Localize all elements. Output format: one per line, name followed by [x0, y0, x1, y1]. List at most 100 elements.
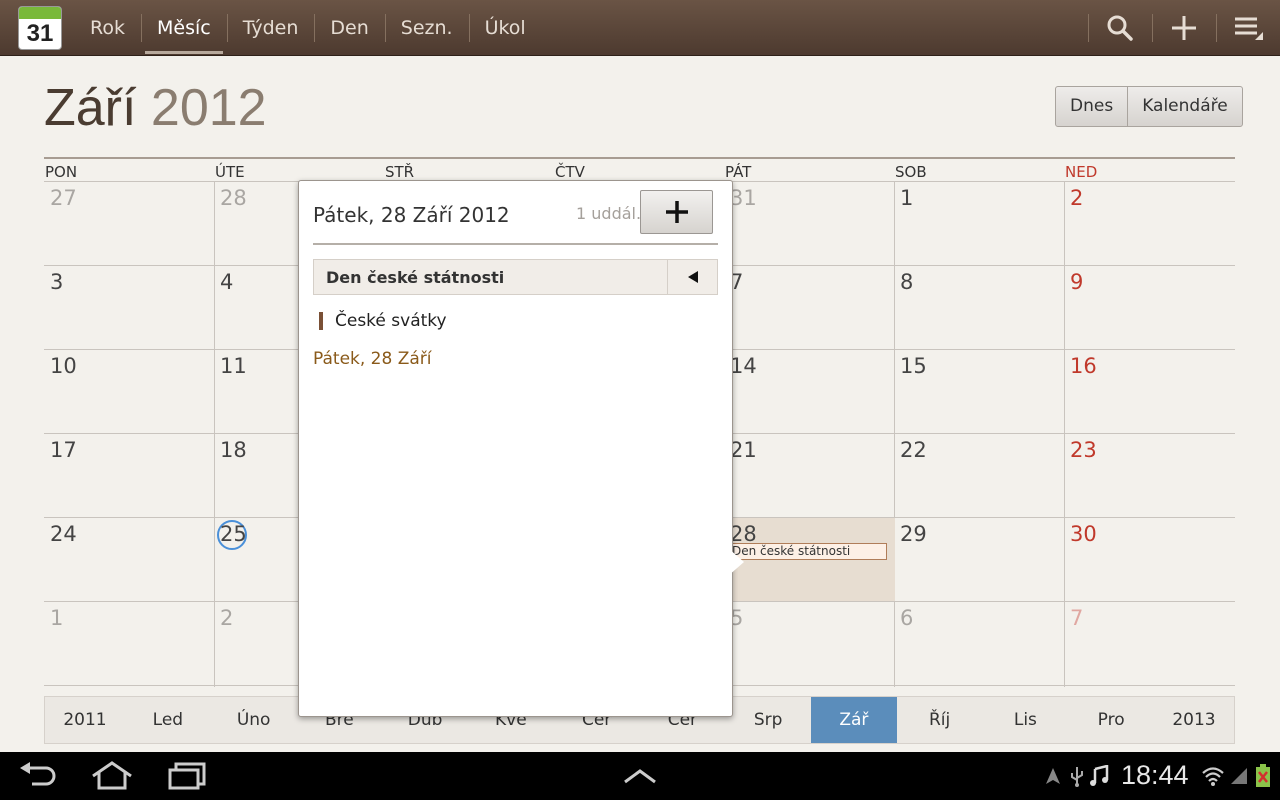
day-number: 24: [50, 522, 77, 546]
day-cell[interactable]: 30: [1065, 518, 1235, 602]
clock: 18:44: [1121, 760, 1189, 790]
overflow-menu-button[interactable]: [1216, 0, 1280, 56]
recent-apps-button[interactable]: [158, 752, 218, 800]
day-number: 1: [50, 606, 64, 630]
day-cell[interactable]: 10: [45, 350, 215, 434]
day-number: 8: [900, 270, 914, 294]
day-cell[interactable]: 17: [45, 434, 215, 518]
day-cell[interactable]: 15: [895, 350, 1065, 434]
month-strip-item[interactable]: Úno: [211, 697, 297, 743]
day-cell[interactable]: 8: [895, 266, 1065, 350]
battery-icon: [1252, 764, 1274, 788]
action-bar: 31 Rok Měsíc Týden Den Sezn. Úkol: [0, 0, 1280, 56]
tab-month[interactable]: Měsíc: [140, 0, 227, 56]
expand-event-button[interactable]: [667, 260, 717, 294]
home-icon: [92, 761, 132, 790]
wifi-icon: [1202, 764, 1224, 788]
month-strip-item[interactable]: Pro: [1068, 697, 1154, 743]
day-number: 18: [220, 438, 247, 462]
day-cell[interactable]: 22: [895, 434, 1065, 518]
day-cell[interactable]: 23: [1065, 434, 1235, 518]
day-number: 27: [50, 186, 77, 210]
today-button[interactable]: Dnes: [1056, 87, 1127, 126]
popup-add-button[interactable]: [640, 190, 713, 234]
plus-icon: [665, 201, 688, 223]
day-number: 29: [900, 522, 927, 546]
home-button[interactable]: [82, 752, 142, 800]
day-cell[interactable]: 2: [1065, 182, 1235, 266]
day-cell[interactable]: 5: [725, 602, 895, 686]
day-number: 9: [1070, 270, 1084, 294]
calendar-name: České svátky: [319, 312, 447, 330]
calendar-app-icon[interactable]: 31: [18, 6, 62, 50]
weekday-header: PON ÚTE STŘ ČTV PÁT SOB NED: [44, 157, 1235, 181]
day-cell[interactable]: 31: [725, 182, 895, 266]
view-tabs: Rok Měsíc Týden Den Sezn. Úkol: [74, 0, 542, 56]
day-cell[interactable]: 7: [1065, 602, 1235, 686]
day-number: 15: [900, 354, 927, 378]
day-number: 6: [900, 606, 914, 630]
day-cell[interactable]: 16: [1065, 350, 1235, 434]
popup-pointer: [728, 548, 744, 576]
day-cell[interactable]: 14: [725, 350, 895, 434]
day-cell[interactable]: 24: [45, 518, 215, 602]
day-cell[interactable]: 3: [45, 266, 215, 350]
day-number: 25: [220, 522, 247, 546]
tab-task[interactable]: Úkol: [468, 0, 542, 56]
search-button[interactable]: [1088, 0, 1152, 56]
month-strip-item[interactable]: Zář: [811, 697, 897, 743]
tab-day[interactable]: Den: [314, 0, 384, 56]
tab-week[interactable]: Týden: [226, 0, 315, 56]
calendar-rings: [19, 7, 61, 19]
month-strip-item[interactable]: Lis: [983, 697, 1069, 743]
day-events-popup: Pátek, 28 Září 2012 1 uddál. Den české s…: [298, 180, 733, 717]
prev-year-button[interactable]: 2011: [45, 697, 125, 743]
year-number: 2012: [150, 79, 267, 137]
tab-year[interactable]: Rok: [74, 0, 141, 56]
usb-icon: [1066, 764, 1088, 788]
month-name: Září: [44, 79, 137, 137]
day-number: 22: [900, 438, 927, 462]
add-event-button[interactable]: [1152, 0, 1216, 56]
next-year-button[interactable]: 2013: [1154, 697, 1234, 743]
back-button[interactable]: [8, 752, 68, 800]
day-cell[interactable]: 27: [45, 182, 215, 266]
day-cell[interactable]: 9: [1065, 266, 1235, 350]
day-number: 28: [220, 186, 247, 210]
day-cell[interactable]: 21: [725, 434, 895, 518]
event-count: 1 uddál.: [576, 204, 642, 223]
day-cell[interactable]: 1: [895, 182, 1065, 266]
event-date: Pátek, 28 Září: [313, 349, 432, 369]
popup-title: Pátek, 28 Září 2012: [313, 203, 510, 227]
weekday-wed: STŘ: [385, 163, 415, 181]
recent-apps-icon: [168, 762, 206, 790]
day-number: 30: [1070, 522, 1097, 546]
day-number: 7: [1070, 606, 1084, 630]
cell-event-chip[interactable]: Den české státnosti: [727, 543, 887, 560]
event-row[interactable]: Den české státnosti: [313, 259, 718, 295]
day-cell[interactable]: 7: [725, 266, 895, 350]
back-icon: [20, 762, 56, 786]
day-number: 17: [50, 438, 77, 462]
month-strip-item[interactable]: Říj: [897, 697, 983, 743]
weekday-thu: ČTV: [555, 163, 585, 181]
search-icon: [1107, 15, 1133, 41]
day-cell[interactable]: 1: [45, 602, 215, 686]
day-cell[interactable]: 6: [895, 602, 1065, 686]
top-actions: [1088, 0, 1280, 56]
month-strip-item[interactable]: Led: [125, 697, 211, 743]
day-number: 21: [730, 438, 757, 462]
music-note-icon: [1088, 764, 1110, 788]
day-number: 11: [220, 354, 247, 378]
month-strip-item[interactable]: Srp: [725, 697, 811, 743]
calendars-button[interactable]: Kalendáře: [1127, 87, 1242, 126]
weekday-tue: ÚTE: [215, 163, 245, 181]
day-cell[interactable]: 29: [895, 518, 1065, 602]
cell-signal-icon: [1228, 764, 1250, 788]
tab-list[interactable]: Sezn.: [384, 0, 469, 56]
system-navigation-bar: 18:44: [0, 752, 1280, 800]
app-tray-button[interactable]: [610, 752, 670, 800]
weekday-mon: PON: [45, 163, 78, 181]
day-cell[interactable]: 28 Den české státnosti: [725, 518, 895, 602]
header-button-group: Dnes Kalendáře: [1055, 86, 1243, 127]
